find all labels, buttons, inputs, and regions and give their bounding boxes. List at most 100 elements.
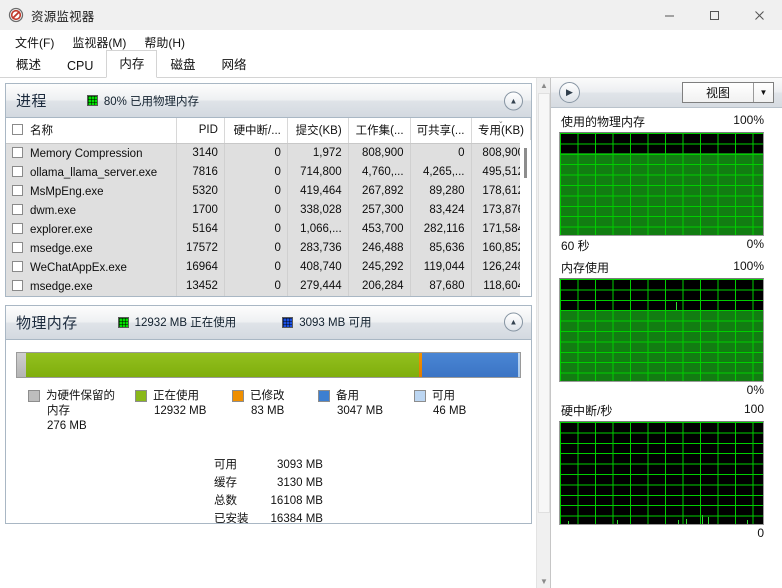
cell-name[interactable]: Memory Compression — [6, 143, 177, 163]
legend-swatch-icon — [135, 389, 147, 402]
legend-swatch-icon — [318, 389, 330, 402]
maximize-button[interactable] — [692, 0, 737, 30]
left-scroll-area: 进程 80% 已用物理内存 ▲ 名称 PID 硬中断/... 提交(KB) 工作… — [0, 78, 550, 588]
cell-name[interactable]: msedge.exe — [6, 238, 177, 258]
graph-max-label: 100% — [733, 259, 764, 273]
processes-panel-title: 进程 — [16, 93, 47, 110]
table-row[interactable]: msedge.exe 17572 0 283,736 246,488 85,63… — [6, 238, 531, 258]
cell-pid: 5164 — [176, 219, 225, 239]
bar-segment-in-use — [25, 352, 420, 377]
scroll-down-arrow-icon[interactable]: ▼ — [537, 574, 551, 588]
table-row[interactable]: ollama_llama_server.exe 7816 0 714,800 4… — [6, 162, 531, 182]
cell-working-set: 267,892 — [348, 181, 411, 201]
cell-name[interactable]: ollama_llama_server.exe — [6, 162, 177, 182]
cell-commit: 1,066,... — [287, 219, 349, 239]
cell-hard-faults: 0 — [224, 143, 288, 163]
cell-hard-faults: 0 — [224, 219, 288, 239]
chevron-up-icon[interactable]: ▲ — [504, 91, 523, 110]
cell-shareable: 4,265,... — [410, 162, 472, 182]
chevron-down-icon[interactable]: ▼ — [753, 83, 773, 102]
scrollbar-thumb[interactable] — [538, 93, 550, 513]
left-pane-scrollbar[interactable]: ▲ ▼ — [536, 78, 550, 588]
tab-overview[interactable]: 概述 — [3, 50, 54, 78]
graph-grid — [560, 133, 763, 235]
physical-memory-panel-header[interactable]: 物理内存 12932 MB 正在使用 3093 MB 可用 ▲ — [6, 305, 531, 340]
cell-commit: 1,972 — [287, 143, 349, 163]
physical-memory-panel: 物理内存 12932 MB 正在使用 3093 MB 可用 ▲ 为硬件保留的 内… — [5, 304, 532, 525]
graph-physical-memory-used: 使用的物理内存 100% 60 秒 0% — [559, 112, 776, 254]
cell-commit: 408,740 — [287, 257, 349, 277]
cell-name[interactable]: dwm.exe — [6, 200, 177, 220]
graph-plot-area — [559, 278, 764, 382]
memory-summary-table: 可用 3093 MB 缓存 3130 MB 总数 16108 MB 已安装 16… — [214, 456, 323, 528]
close-button[interactable] — [737, 0, 782, 30]
tab-disk[interactable]: 磁盘 — [157, 50, 208, 78]
tab-cpu[interactable]: CPU — [54, 55, 106, 78]
cell-commit: 283,736 — [287, 238, 349, 258]
graph-plot-area — [559, 132, 764, 236]
processes-panel-header[interactable]: 进程 80% 已用物理内存 ▲ — [6, 84, 531, 118]
cell-pid: 17572 — [176, 238, 225, 258]
chevron-up-icon[interactable]: ▲ — [504, 312, 523, 332]
table-row[interactable]: WeChatAppEx.exe 16964 0 408,740 245,292 … — [6, 257, 531, 277]
table-row[interactable]: msedge.exe 13452 0 279,444 206,284 87,68… — [6, 276, 531, 296]
legend-label: 已修改 — [250, 389, 285, 402]
scroll-up-arrow-icon[interactable]: ▲ — [537, 78, 551, 92]
table-row[interactable]: explorer.exe 5164 0 1,066,... 453,700 28… — [6, 219, 531, 239]
minimize-button[interactable] — [647, 0, 692, 30]
select-all-checkbox[interactable] — [12, 124, 23, 135]
row-checkbox[interactable] — [12, 260, 23, 272]
processes-table-scrollbar[interactable] — [520, 140, 531, 296]
cell-pid: 1700 — [176, 200, 225, 220]
cell-name[interactable]: msedge.exe — [6, 276, 177, 296]
column-header-commit[interactable]: 提交(KB) — [287, 118, 349, 144]
column-header-working-set[interactable]: 工作集(... — [348, 118, 411, 144]
legend-label: 可用 — [432, 389, 455, 402]
row-checkbox[interactable] — [12, 222, 23, 234]
cell-commit: 419,464 — [287, 181, 349, 201]
column-header-pid[interactable]: PID — [176, 118, 225, 144]
memory-available-label: 3093 MB 可用 — [299, 317, 372, 329]
view-dropdown[interactable]: 视图 ▼ — [682, 82, 774, 103]
tab-network[interactable]: 网络 — [208, 50, 259, 78]
cell-working-set: 206,284 — [348, 276, 411, 296]
legend-modified: 已修改 83 MB — [232, 389, 318, 434]
graph-grid — [560, 422, 763, 524]
row-checkbox[interactable] — [12, 184, 23, 196]
legend-label-2: 内存 — [47, 404, 70, 417]
scrollbar-thumb[interactable] — [524, 148, 527, 178]
table-row[interactable]: Memory Compression 3140 0 1,972 808,900 … — [6, 143, 531, 163]
tab-memory[interactable]: 内存 — [106, 50, 158, 78]
cell-working-set: 4,760,... — [348, 162, 411, 182]
row-checkbox[interactable] — [12, 241, 23, 253]
row-checkbox[interactable] — [12, 165, 23, 177]
processes-table-body: Memory Compression 3140 0 1,972 808,900 … — [6, 143, 531, 296]
summary-row: 缓存 3130 MB — [214, 474, 323, 492]
legend-value: 3047 MB — [337, 404, 384, 417]
column-header-name[interactable]: 名称 — [6, 118, 177, 144]
summary-key: 已安装 — [214, 512, 249, 525]
graph-title: 内存使用 — [561, 261, 610, 275]
chevron-right-icon[interactable]: ▶ — [559, 82, 580, 103]
cell-commit: 714,800 — [287, 162, 349, 182]
row-checkbox[interactable] — [12, 279, 23, 291]
cell-name[interactable]: WeChatAppEx.exe — [6, 257, 177, 277]
sort-descending-icon: ⌄ — [497, 118, 504, 125]
cell-name[interactable]: explorer.exe — [6, 219, 177, 239]
graph-hard-faults-per-sec: 硬中断/秒 100 0 — [559, 401, 776, 540]
column-header-shareable[interactable]: 可共享(... — [410, 118, 472, 144]
green-swatch-icon — [86, 95, 98, 106]
row-checkbox[interactable] — [12, 203, 23, 215]
table-row[interactable]: MsMpEng.exe 5320 0 419,464 267,892 89,28… — [6, 181, 531, 201]
legend-swatch-icon — [28, 389, 40, 402]
table-row[interactable]: dwm.exe 1700 0 338,028 257,300 83,424 17… — [6, 200, 531, 220]
legend-swatch-icon — [414, 389, 426, 402]
column-header-hard-faults[interactable]: 硬中断/... — [224, 118, 288, 144]
cell-hard-faults: 0 — [224, 276, 288, 296]
cell-working-set: 808,900 — [348, 143, 411, 163]
graph-header: 内存使用 100% — [559, 258, 776, 278]
summary-value: 3130 MB — [276, 476, 323, 489]
cell-name[interactable]: MsMpEng.exe — [6, 181, 177, 201]
row-checkbox[interactable] — [12, 146, 23, 158]
summary-row: 可用 3093 MB — [214, 456, 323, 474]
